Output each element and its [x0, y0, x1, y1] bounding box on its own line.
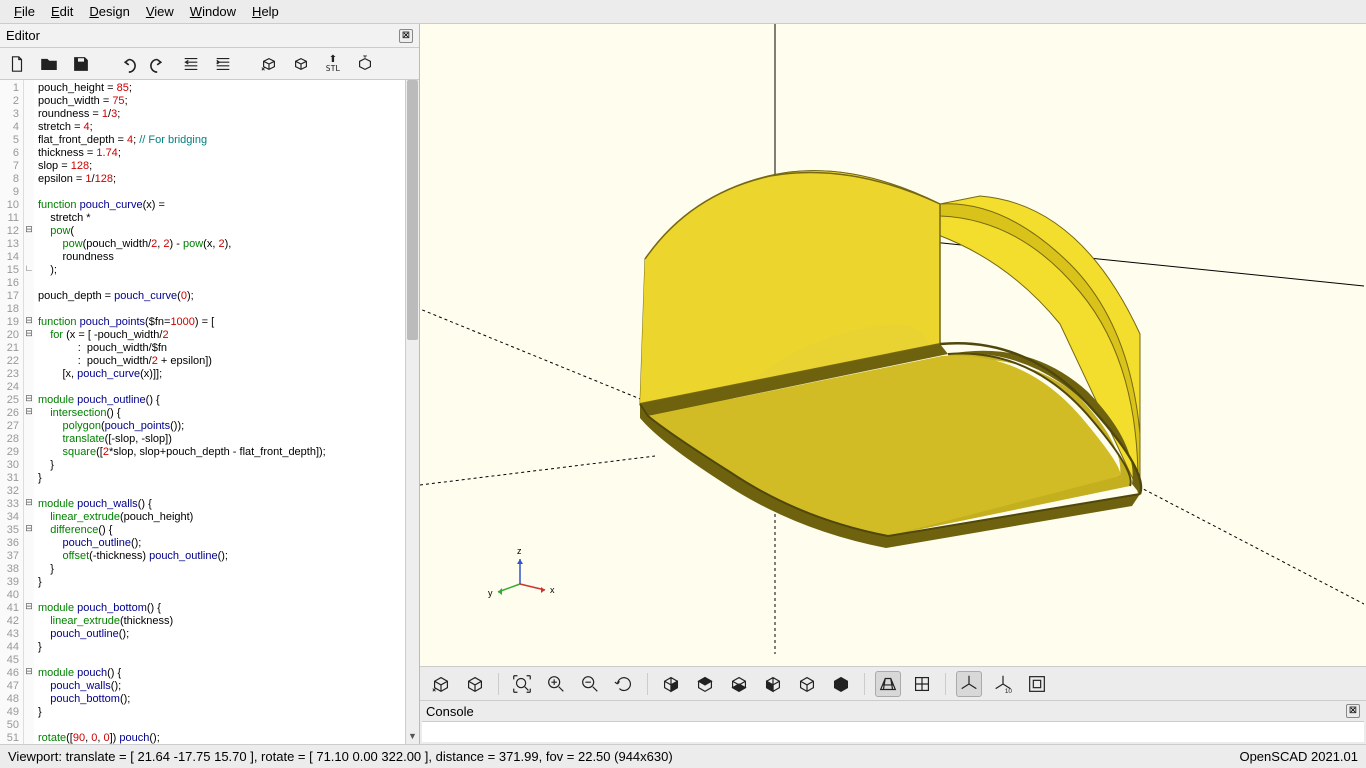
vp-render-button[interactable]: [462, 671, 488, 697]
view-bottom-button[interactable]: [726, 671, 752, 697]
show-scale-button[interactable]: 10: [990, 671, 1016, 697]
view-left-button[interactable]: [760, 671, 786, 697]
save-file-button[interactable]: [70, 53, 92, 75]
new-file-button[interactable]: [6, 53, 28, 75]
viewport-3d[interactable]: x y z: [420, 24, 1366, 666]
menu-edit[interactable]: Edit: [43, 2, 81, 21]
view-right-button[interactable]: [658, 671, 684, 697]
menubar: File Edit Design View Window Help: [0, 0, 1366, 24]
menu-window[interactable]: Window: [182, 2, 244, 21]
view-all-button[interactable]: [509, 671, 535, 697]
code-body[interactable]: pouch_height = 85;pouch_width = 75;round…: [34, 80, 405, 744]
fold-column[interactable]: ⊟∟⊟⊟⊟⊟⊟⊟⊟⊟: [24, 80, 34, 744]
unindent-button[interactable]: [180, 53, 202, 75]
reset-view-button[interactable]: [611, 671, 637, 697]
redo-button[interactable]: [148, 53, 170, 75]
export-stl-button[interactable]: ⬆STL: [322, 53, 344, 75]
console-body[interactable]: [422, 721, 1364, 742]
editor-toolbar: ⬆STL: [0, 48, 419, 80]
editor-scrollbar[interactable]: ▲ ▼: [405, 80, 419, 744]
viewport-toolbar: 10: [420, 666, 1366, 700]
menu-help[interactable]: Help: [244, 2, 287, 21]
menu-file[interactable]: File: [6, 2, 43, 21]
zoom-in-button[interactable]: [543, 671, 569, 697]
svg-text:10: 10: [1005, 688, 1013, 695]
vp-preview-button[interactable]: [428, 671, 454, 697]
undo-button[interactable]: [116, 53, 138, 75]
preview-button[interactable]: [258, 53, 280, 75]
svg-text:z: z: [517, 546, 522, 556]
console-panel: Console ⊠: [420, 700, 1366, 744]
show-edges-button[interactable]: [1024, 671, 1050, 697]
line-number-gutter: 1234567891011121314151617181920212223242…: [0, 80, 24, 744]
view-top-button[interactable]: [692, 671, 718, 697]
editor-header: Editor ⊠: [0, 24, 419, 48]
menu-design[interactable]: Design: [81, 2, 137, 21]
svg-text:x: x: [550, 585, 555, 595]
perspective-button[interactable]: [875, 671, 901, 697]
view-front-button[interactable]: [794, 671, 820, 697]
editor-close-icon[interactable]: ⊠: [399, 29, 413, 43]
orthogonal-button[interactable]: [909, 671, 935, 697]
console-title: Console: [426, 704, 474, 719]
statusbar: Viewport: translate = [ 21.64 -17.75 15.…: [0, 744, 1366, 768]
menu-view[interactable]: View: [138, 2, 182, 21]
status-viewport: Viewport: translate = [ 21.64 -17.75 15.…: [8, 749, 673, 764]
scroll-down-icon[interactable]: ▼: [406, 731, 419, 744]
send-to-print-button[interactable]: [354, 53, 376, 75]
scrollbar-thumb[interactable]: [407, 80, 418, 340]
editor-panel: Editor ⊠ ⬆STL 12345678910111213141516171…: [0, 24, 420, 744]
open-file-button[interactable]: [38, 53, 60, 75]
zoom-out-button[interactable]: [577, 671, 603, 697]
editor-title: Editor: [6, 28, 40, 43]
indent-button[interactable]: [212, 53, 234, 75]
status-version: OpenSCAD 2021.01: [1239, 749, 1358, 764]
code-editor[interactable]: 1234567891011121314151617181920212223242…: [0, 80, 419, 744]
view-back-button[interactable]: [828, 671, 854, 697]
console-close-icon[interactable]: ⊠: [1346, 704, 1360, 718]
viewport-panel: x y z: [420, 24, 1366, 744]
svg-text:y: y: [488, 588, 493, 598]
3d-scene: x y z: [420, 24, 1364, 654]
show-axes-button[interactable]: [956, 671, 982, 697]
render-button[interactable]: [290, 53, 312, 75]
